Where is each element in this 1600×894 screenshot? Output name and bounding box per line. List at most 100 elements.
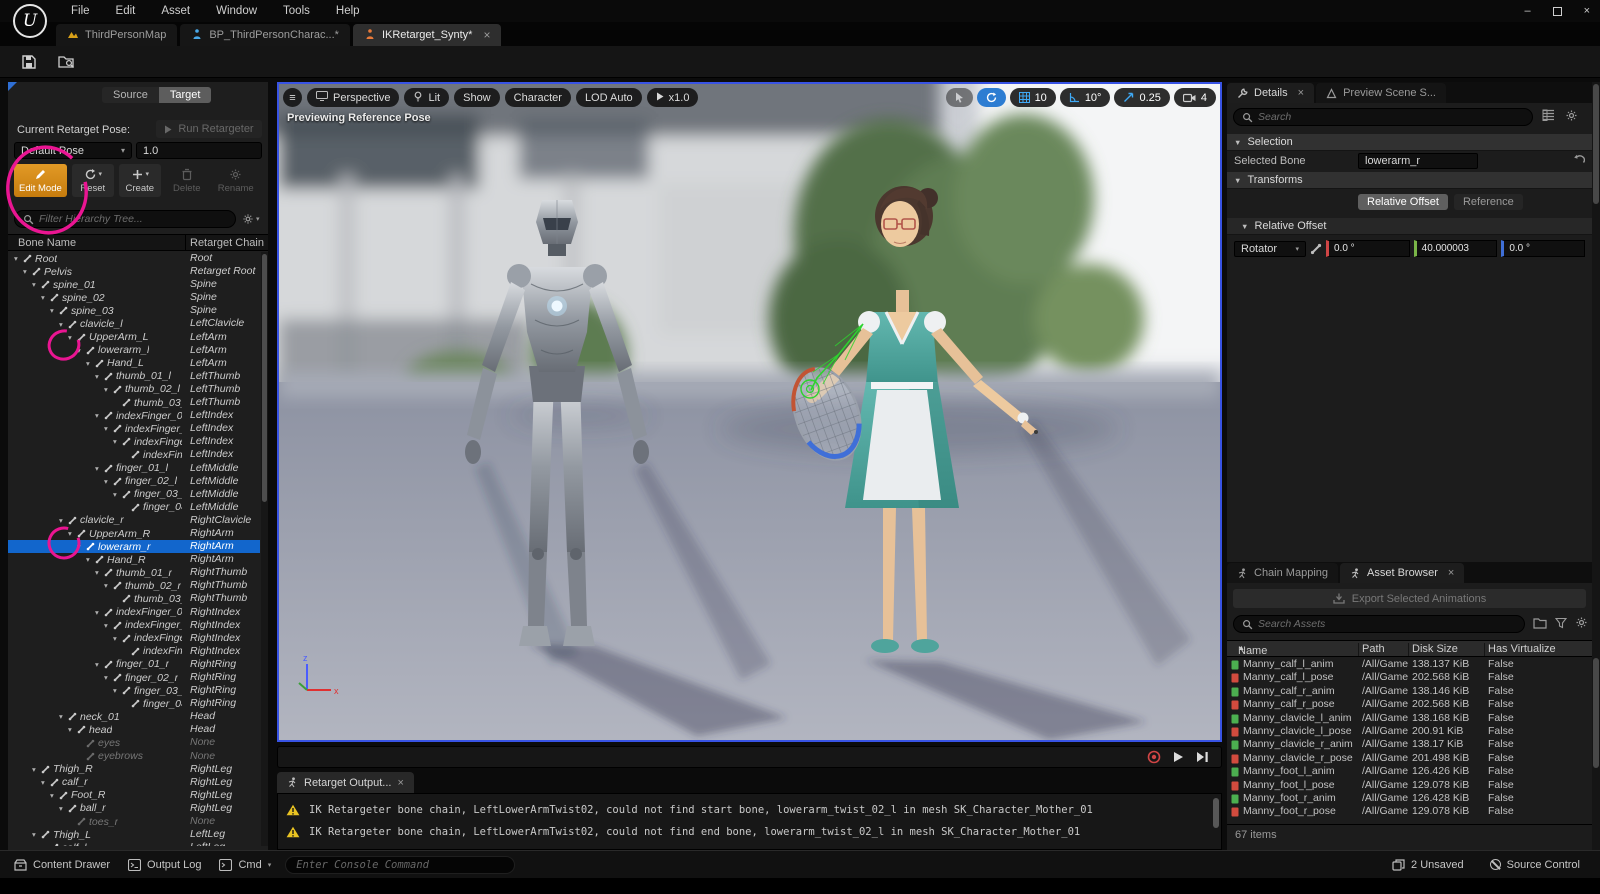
bone-row[interactable]: ▾clavicle_rRightClavicle [8,514,260,527]
bone-space-icon[interactable] [1310,243,1322,255]
asset-row[interactable]: Manny_calf_l_anim/All/Game/C138.137 KiBF… [1227,658,1592,671]
tab-close-icon[interactable]: × [397,777,403,789]
bone-row[interactable]: ▾finger_02_rRightRing [8,671,260,684]
bone-row[interactable]: toes_rNone [8,815,260,828]
scrollbar-thumb[interactable] [1593,84,1599,204]
bone-row[interactable]: eyebrowsNone [8,750,260,763]
bone-row[interactable]: ▾finger_03_lLeftMiddle [8,488,260,501]
output-log-button[interactable]: Output Log [124,859,205,871]
export-selected-animations-button[interactable]: Export Selected Animations [1233,589,1586,608]
has-virtualized-column-header[interactable]: Has Virtualize [1488,643,1556,655]
bone-row[interactable]: ▾calf_rRightLeg [8,776,260,789]
3d-viewport[interactable]: ≡ PerspectiveLitShowCharacterLOD Autox1.… [277,82,1222,742]
viewport-lod-auto-button[interactable]: LOD Auto [576,88,642,107]
tree-expand-arrow[interactable]: ▾ [77,346,86,355]
bone-row[interactable]: ▾UpperArm_RRightArm [8,527,260,540]
viewport-options-button[interactable]: ≡ [283,88,302,107]
unreal-logo-icon[interactable]: U [13,4,47,38]
bone-row[interactable]: thumb_03_lLeftThumb [8,396,260,409]
menu-file[interactable]: File [58,0,103,22]
tree-expand-arrow[interactable]: ▾ [68,529,77,538]
scrollbar-thumb[interactable] [1593,658,1599,768]
bone-row[interactable]: ▾PelvisRetarget Root [8,265,260,278]
bone-row[interactable]: ▾thumb_02_lLeftThumb [8,383,260,396]
tab-close-icon[interactable]: × [1448,567,1454,579]
bone-row[interactable]: ▾indexFinger_03_rRightIndex [8,632,260,645]
bone-row[interactable]: ▾UpperArm_LLeftArm [8,331,260,344]
tree-expand-arrow[interactable]: ▾ [59,712,68,721]
bone-row[interactable]: indexFinger_04_rRightIndex [8,645,260,658]
source-button[interactable]: Source [102,87,159,103]
minimize-button[interactable]: – [1524,5,1530,17]
rotation-z-field[interactable]: 0.0 ° [1501,240,1585,257]
details-scrollbar[interactable] [1592,82,1600,850]
tree-expand-arrow[interactable]: ▾ [50,306,59,315]
scrollbar-thumb[interactable] [262,254,267,502]
grid-snap-value[interactable]: 10 [1035,92,1047,104]
tree-expand-arrow[interactable]: ▾ [104,424,113,433]
unsaved-changes-button[interactable]: 2 Unsaved [1388,859,1468,871]
bone-name-column-header[interactable]: Bone Name [18,237,76,249]
transforms-category-header[interactable]: ▼ Transforms [1227,172,1592,189]
bone-row[interactable]: ▾thumb_01_lLeftThumb [8,370,260,383]
bone-row[interactable]: ▾finger_01_lLeftMiddle [8,462,260,475]
asset-row[interactable]: Manny_foot_r_pose/All/Game/C129.078 KiBF… [1227,805,1592,818]
menu-asset[interactable]: Asset [148,0,203,22]
step-forward-button[interactable] [1196,751,1209,763]
hierarchy-scrollbar[interactable] [261,252,268,846]
viewport-show-button[interactable]: Show [454,88,500,107]
select-tool-button[interactable] [946,88,973,107]
console-command-input[interactable] [285,856,515,874]
asset-row[interactable]: Manny_clavicle_l_anim/All/Game/C138.168 … [1227,712,1592,725]
tree-expand-arrow[interactable]: ▾ [77,542,86,551]
tree-expand-arrow[interactable]: ▾ [104,621,113,630]
bone-row[interactable]: ▾headHead [8,723,260,736]
tool-edit-mode[interactable]: Edit Mode [14,164,67,197]
selection-category-header[interactable]: ▼ Selection [1227,134,1592,151]
filter-icon[interactable] [1555,617,1567,629]
tool-reset[interactable]: ▾Reset [72,164,114,197]
asset-row[interactable]: Manny_clavicle_r_anim/All/Game/C138.17 K… [1227,738,1592,751]
rotator-dropdown[interactable]: Rotator ▾ [1234,241,1306,257]
bone-row[interactable]: ▾thumb_02_rRightThumb [8,579,260,592]
tree-expand-arrow[interactable]: ▾ [104,385,113,394]
asset-browser-tab[interactable]: Asset Browser × [1340,563,1464,583]
tree-expand-arrow[interactable]: ▾ [104,477,113,486]
tree-expand-arrow[interactable]: ▾ [104,581,113,590]
gear-icon[interactable] [1575,616,1588,629]
rotation-x-field[interactable]: 0.0 ° [1326,240,1410,257]
asset-search-input[interactable] [1258,618,1516,630]
folder-icon[interactable] [1533,617,1547,629]
target-button[interactable]: Target [159,87,212,103]
tree-expand-arrow[interactable]: ▾ [59,804,68,813]
asset-row[interactable]: Manny_calf_r_pose/All/Game/C202.568 KiBF… [1227,698,1592,711]
bone-row[interactable]: ▾Thigh_LLeftLeg [8,828,260,841]
tree-expand-arrow[interactable]: ▾ [95,568,104,577]
tool-rename[interactable]: Rename [213,164,259,197]
viewport-x1-0-button[interactable]: x1.0 [647,88,699,107]
asset-row[interactable]: Manny_calf_r_anim/All/Game/C138.146 KiBF… [1227,685,1592,698]
tree-expand-arrow[interactable]: ▾ [113,686,122,695]
menu-tools[interactable]: Tools [270,0,323,22]
bone-row[interactable]: ▾indexFinger_02_lLeftIndex [8,422,260,435]
reset-to-default-button[interactable] [1573,154,1585,168]
reference-toggle[interactable]: Reference [1454,194,1523,210]
details-search-input[interactable] [1258,111,1524,123]
close-button[interactable]: × [1584,5,1590,17]
play-button[interactable] [1173,751,1184,763]
asset-search[interactable] [1233,615,1525,633]
menu-window[interactable]: Window [203,0,270,22]
asset-row[interactable]: Manny_calf_l_pose/All/Game/C202.568 KiBF… [1227,671,1592,684]
tree-expand-arrow[interactable]: ▾ [50,791,59,800]
tab-ikretarget-synty[interactable]: IKRetarget_Synty*× [353,24,502,46]
gear-icon[interactable] [1565,109,1578,122]
asset-row[interactable]: Manny_foot_r_anim/All/Game/C126.428 KiBF… [1227,792,1592,805]
viewport-character-button[interactable]: Character [505,88,571,107]
content-drawer-button[interactable]: Content Drawer [10,859,114,871]
scale-snap-value[interactable]: 0.25 [1139,92,1160,104]
viewport-lit-button[interactable]: Lit [404,88,449,107]
scale-snap-toggle[interactable]: 0.25 [1114,88,1169,107]
bone-row[interactable]: ▾Foot_RRightLeg [8,789,260,802]
hierarchy-settings-button[interactable]: ▾ [242,210,260,228]
hierarchy-filter-input[interactable] [39,213,227,225]
